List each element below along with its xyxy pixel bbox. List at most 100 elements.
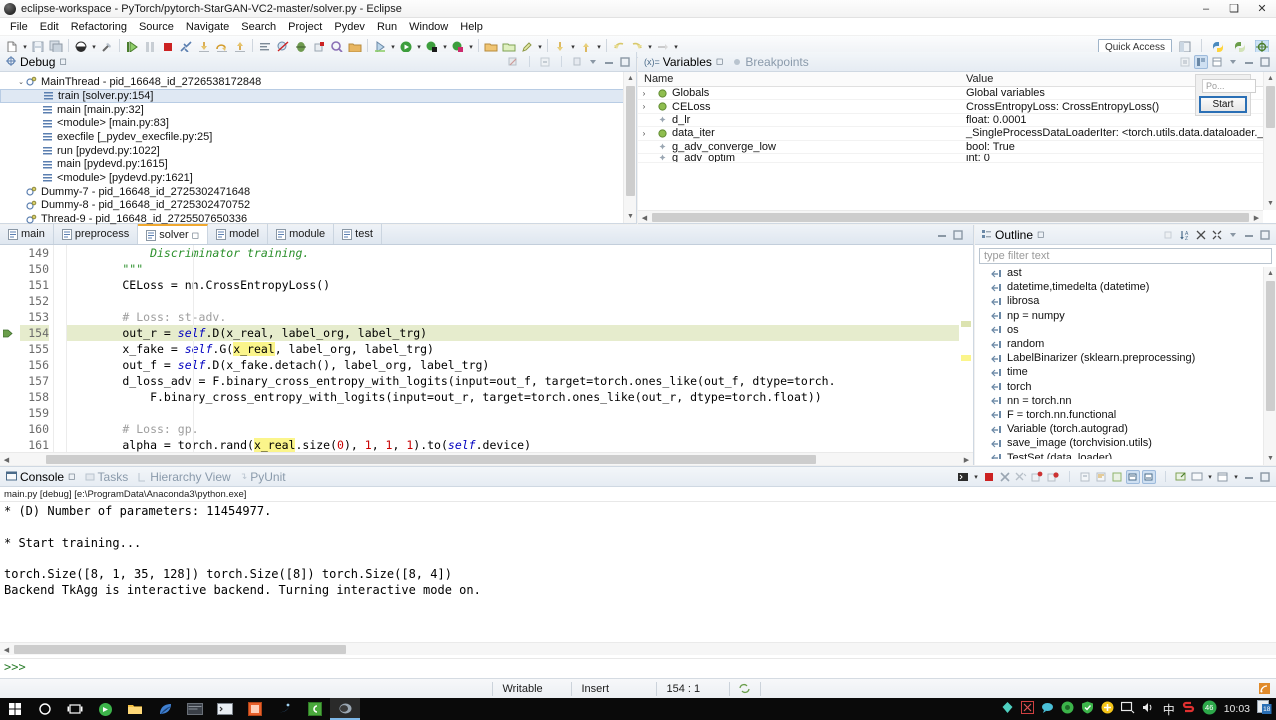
editor-body[interactable]: 149 150 151 152 153 154 155 156 157 158 159 160 161 …	[0, 245, 973, 465]
start-menu-icon[interactable]	[0, 698, 30, 720]
outline-item[interactable]: torch	[975, 380, 1276, 394]
open-console-icon[interactable]	[1174, 470, 1188, 484]
outline-item[interactable]: Variable (torch.autograd)	[975, 422, 1276, 436]
variables-table-body[interactable]: › Globals Global variables › CELoss CrossEntr…	[638, 87, 1276, 165]
outline-tree[interactable]: ast datetime,timedelta (datetime) librosa n…	[975, 266, 1276, 459]
column-header-name[interactable]: Name	[638, 72, 960, 86]
tray-icon-shield[interactable]	[1081, 701, 1094, 717]
outline-item[interactable]: nn = torch.nn	[975, 394, 1276, 408]
editor-code-line[interactable]: alpha = torch.rand(x_real.size(0), 1, 1,…	[67, 437, 959, 453]
display-console-icon[interactable]	[1190, 470, 1204, 484]
tray-icon-chat[interactable]	[1041, 701, 1054, 717]
debug-vertical-scrollbar[interactable]: ▲ ▼	[623, 72, 636, 223]
editor-tab-preprocess[interactable]: preprocess	[54, 224, 139, 244]
menu-search[interactable]: Search	[235, 20, 282, 34]
editor-tab-model[interactable]: model	[208, 224, 269, 244]
debug-scroll-down-arrow[interactable]: ▼	[624, 210, 637, 223]
editor-code-line[interactable]	[67, 405, 959, 421]
editor-tab-main[interactable]: main	[0, 224, 54, 244]
editor-code-line[interactable]	[67, 293, 959, 309]
editor-code-line[interactable]: """	[67, 261, 959, 277]
variables-row[interactable]: › Globals Global variables	[638, 87, 1276, 101]
menu-navigate[interactable]: Navigate	[180, 20, 235, 34]
task-view-icon[interactable]	[60, 698, 90, 720]
pin-view-icon[interactable]	[570, 55, 584, 69]
terminate-console-icon[interactable]	[982, 470, 996, 484]
debug-tree-row[interactable]: execfile [_pydev_execfile.py:25]	[0, 130, 636, 144]
outline-item[interactable]: random	[975, 337, 1276, 351]
editor-code-line[interactable]: x_fake = self.G(x_real, label_org, label…	[67, 341, 959, 357]
outline-item[interactable]: os	[975, 323, 1276, 337]
editor-code-line[interactable]: out_r = self.D(x_real, label_org, label_…	[67, 325, 959, 341]
editor-horizontal-scrollbar[interactable]: ◀ ▶	[0, 452, 973, 465]
outline-item[interactable]: ast	[975, 266, 1276, 280]
maximize-outline-icon[interactable]	[1258, 228, 1272, 242]
cortana-search-icon[interactable]	[30, 698, 60, 720]
close-button[interactable]: ✕	[1248, 0, 1276, 18]
maximize-editor-icon[interactable]	[951, 228, 965, 242]
minimize-button[interactable]: –	[1192, 0, 1220, 18]
editor-tab-solver[interactable]: solver ◻	[138, 224, 209, 244]
tray-icon-red-box[interactable]	[1020, 701, 1034, 717]
show-console-icon[interactable]	[1142, 469, 1156, 484]
tab-tasks[interactable]: Tasks	[83, 467, 136, 487]
app-icon-blue-leaf[interactable]	[150, 698, 180, 720]
console-tab-close-icon[interactable]: ◻	[68, 471, 75, 482]
editor-code-line[interactable]: # Loss: gp.	[67, 421, 959, 437]
editor-scroll-left-arrow[interactable]: ◀	[0, 453, 13, 466]
variables-row[interactable]: d_lr float: 0.0001	[638, 114, 1276, 128]
debug-tab-close-icon[interactable]: ◻	[59, 56, 66, 67]
tray-icon-display[interactable]	[1120, 701, 1135, 717]
menu-refactoring[interactable]: Refactoring	[65, 20, 133, 34]
view-menu-icon[interactable]	[586, 55, 600, 69]
debug-tree-row[interactable]: <module> [main.py:83]	[0, 116, 636, 130]
minimize-outline-icon[interactable]	[1242, 228, 1256, 242]
debug-tree-row[interactable]: ⌄ MainThread - pid_16648_id_2726538172848	[0, 75, 636, 89]
editor-hscroll-thumb[interactable]	[46, 455, 816, 464]
variables-row[interactable]: › data_iter _SingleProcessDataLoaderIter: …	[638, 127, 1276, 141]
debug-scroll-thumb[interactable]	[626, 86, 635, 196]
variables-vertical-scrollbar[interactable]: ▲ ▼	[1263, 72, 1276, 210]
editor-code-line[interactable]: # Loss: st-adv.	[67, 309, 959, 325]
debug-scroll-up-arrow[interactable]: ▲	[624, 72, 637, 85]
tray-icon-diamond[interactable]	[1001, 701, 1014, 717]
word-wrap-icon[interactable]	[1094, 470, 1108, 484]
app-icon-dark-window[interactable]	[180, 698, 210, 720]
outline-tab-close-icon[interactable]: ◻	[1037, 229, 1044, 240]
minimize-view-icon[interactable]	[602, 55, 616, 69]
tab-hierarchy-view[interactable]: Hierarchy View	[135, 467, 237, 487]
editor-tab-test[interactable]: test	[334, 224, 382, 244]
maximize-variables-icon[interactable]	[1258, 55, 1272, 69]
menu-help[interactable]: Help	[454, 20, 489, 34]
variables-horizontal-scrollbar[interactable]: ◀ ▶	[638, 210, 1263, 223]
tray-icon-sogou[interactable]	[1182, 701, 1195, 717]
tab-variables[interactable]: (x)= Variables ◻	[642, 52, 730, 72]
app-icon-terminal[interactable]	[210, 698, 240, 720]
remove-all-terminated-icon[interactable]	[506, 55, 520, 69]
clear-all-console-icon[interactable]	[1046, 470, 1060, 484]
tray-icon-yellow-plus[interactable]	[1101, 701, 1114, 717]
minimize-console-icon[interactable]	[1242, 470, 1256, 484]
variables-row-expander[interactable]: ›	[638, 102, 650, 111]
outline-view-menu-icon[interactable]	[1226, 228, 1240, 242]
debug-tree-row[interactable]: <module> [pydevd.py:1621]	[0, 171, 636, 185]
tray-icon-green-circle[interactable]	[1061, 701, 1074, 717]
variables-row-expander[interactable]: ›	[638, 129, 650, 138]
debug-tree-row[interactable]: run [pydevd.py:1022]	[0, 144, 636, 158]
editor-code-line[interactable]: out_f = self.D(x_fake.detach(), label_or…	[67, 357, 959, 373]
debug-tree-row[interactable]: main [main.py:32]	[0, 103, 636, 117]
outline-item[interactable]: time	[975, 365, 1276, 379]
editor-code-line[interactable]: CELoss = nn.CrossEntropyLoss()	[67, 277, 959, 293]
hide-fields-icon[interactable]	[1162, 228, 1176, 242]
editor-code-line[interactable]: F.binary_cross_entropy_with_logits(input…	[67, 389, 959, 405]
tab-outline[interactable]: Outline ◻	[979, 225, 1052, 245]
tab-debug[interactable]: Debug ◻	[4, 52, 74, 72]
maximize-console-icon[interactable]	[1258, 470, 1272, 484]
tab-pyunit[interactable]: ↴ PyUnit	[238, 467, 293, 487]
outline-scroll-thumb[interactable]	[1266, 281, 1275, 411]
outline-scroll-down-arrow[interactable]: ▼	[1264, 452, 1276, 465]
menu-source[interactable]: Source	[133, 20, 180, 34]
menu-run[interactable]: Run	[371, 20, 403, 34]
variables-scroll-right-arrow[interactable]: ▶	[1250, 211, 1263, 224]
console-scroll-left-arrow[interactable]: ◀	[0, 643, 13, 656]
